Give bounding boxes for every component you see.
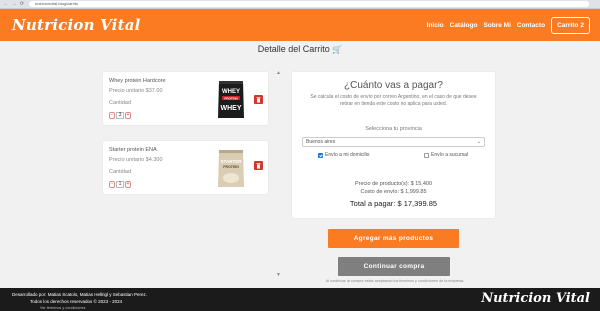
product-image-whey: WHEY PROTEIN WHEY [218, 81, 244, 118]
whey-mid-text: PROTEIN [224, 96, 237, 100]
reload-icon[interactable]: ⟳ [19, 1, 25, 7]
page-title: Detalle del Carrito 🛒 [0, 44, 600, 54]
page-title-text: Detalle del Carrito [257, 44, 330, 54]
footer-credits: Desarrollado por: Matias Scatolo, Matias… [12, 292, 148, 297]
nav-link-sobre-mi[interactable]: Sobre Mi [483, 22, 510, 29]
province-selected-value: Buenos aires [306, 139, 336, 145]
forward-icon[interactable]: → [11, 1, 17, 7]
main-nav: Inicio Catálogo Sobre Mi Contacto Carrit… [427, 9, 590, 41]
home-delivery-checkbox[interactable] [318, 152, 323, 158]
nav-link-contacto[interactable]: Contacto [517, 22, 545, 29]
add-more-products-button[interactable]: Agregar más productos [328, 229, 459, 248]
product-unit-price: Precio unitario $4.300 [109, 157, 163, 163]
cart-count-badge: 2 [580, 21, 584, 29]
whey-top-text: WHEY [222, 89, 240, 95]
scroll-up-icon[interactable]: ▲ [276, 70, 281, 76]
product-unit-price: Precio unitario $37.00 [109, 88, 163, 94]
quantity-value[interactable]: 3 [116, 112, 124, 119]
shipping-description: Se calcula el costo de envío por correo … [310, 94, 477, 107]
nav-link-catalogo[interactable]: Catálogo [450, 22, 478, 29]
payment-question: ¿Cuánto vas a pagar? [344, 80, 443, 91]
footer-copyright: Todos los derechos reservados © 2023 - 2… [30, 299, 123, 304]
product-name: Whey protein Hardcore [109, 78, 166, 84]
browser-nav: ← → ⟳ [3, 1, 25, 7]
starter-top-text: STARTER [221, 159, 243, 164]
trash-icon [256, 96, 261, 103]
cart-button[interactable]: Carrito 2 [551, 16, 590, 34]
delete-button[interactable] [254, 95, 263, 104]
back-icon[interactable]: ← [3, 1, 9, 7]
quantity-stepper: - 1 + [109, 181, 131, 188]
province-select[interactable]: Buenos aires ⌄ [302, 137, 485, 147]
increase-button[interactable]: + [125, 112, 131, 119]
starter-mid-text: PROTEIN [223, 165, 239, 169]
site-logo[interactable]: Nutricion Vital [12, 16, 141, 34]
payment-summary-panel: ¿Cuánto vas a pagar? Se calcula el costo… [292, 72, 495, 218]
whey-bottom-text: WHEY [221, 105, 242, 112]
terms-notice: Al continuar la compra estás aceptando l… [325, 279, 465, 283]
quantity-label: Cantidad [109, 100, 132, 106]
quantity-stepper: - 3 + [109, 112, 131, 119]
cart-button-label: Carrito [557, 21, 579, 29]
address-bar[interactable]: nutricionvital.blog/carrito [29, 1, 589, 7]
nav-link-inicio[interactable]: Inicio [427, 22, 444, 29]
shipping-options: Envío a mi domicilio Envío a sucursal [318, 152, 468, 158]
site-header: Nutricion Vital Inicio Catálogo Sobre Mi… [0, 9, 600, 41]
browser-toolbar: ← → ⟳ nutricionvital.blog/carrito [0, 0, 600, 9]
branch-delivery-checkbox[interactable] [424, 152, 430, 158]
decrease-button[interactable]: - [109, 181, 115, 188]
cart-icon: 🛒 [332, 45, 343, 54]
branch-delivery-label: Envío a sucursal [431, 152, 468, 158]
footer-terms-link[interactable]: Ver términos y condiciones [40, 306, 85, 310]
quantity-label: Cantidad [109, 169, 132, 175]
increase-button[interactable]: + [125, 181, 131, 188]
home-delivery-label: Envío a mi domicilio [325, 152, 370, 158]
shipping-cost: Costo de envío: $ 1,999.85 [360, 189, 427, 195]
product-name: Starter protein ENA [109, 147, 157, 153]
continue-purchase-button[interactable]: Continuar compra [338, 257, 450, 276]
delete-button[interactable] [254, 161, 263, 170]
quantity-value[interactable]: 1 [116, 181, 124, 188]
site-footer: Desarrollado por: Matias Scatolo, Matias… [0, 288, 600, 311]
cart-item: Whey protein Hardcore Precio unitario $3… [103, 72, 268, 125]
footer-logo: Nutricion Vital [481, 291, 590, 306]
trash-icon [256, 162, 261, 169]
branch-delivery-option[interactable]: Envío a sucursal [424, 152, 468, 158]
home-delivery-option[interactable]: Envío a mi domicilio [318, 152, 369, 158]
chevron-down-icon: ⌄ [476, 139, 481, 145]
cart-item: Starter protein ENA Precio unitario $4.3… [103, 141, 268, 194]
province-label: Selecciona tu provincia [365, 126, 422, 132]
product-image-starter: STARTER PROTEIN [218, 150, 244, 187]
products-price: Precio de producto(s): $ 15,400 [354, 181, 433, 187]
total-to-pay: Total a pagar: $ 17,399.85 [349, 199, 438, 208]
scroll-down-icon[interactable]: ▼ [276, 272, 281, 278]
decrease-button[interactable]: - [109, 112, 115, 119]
